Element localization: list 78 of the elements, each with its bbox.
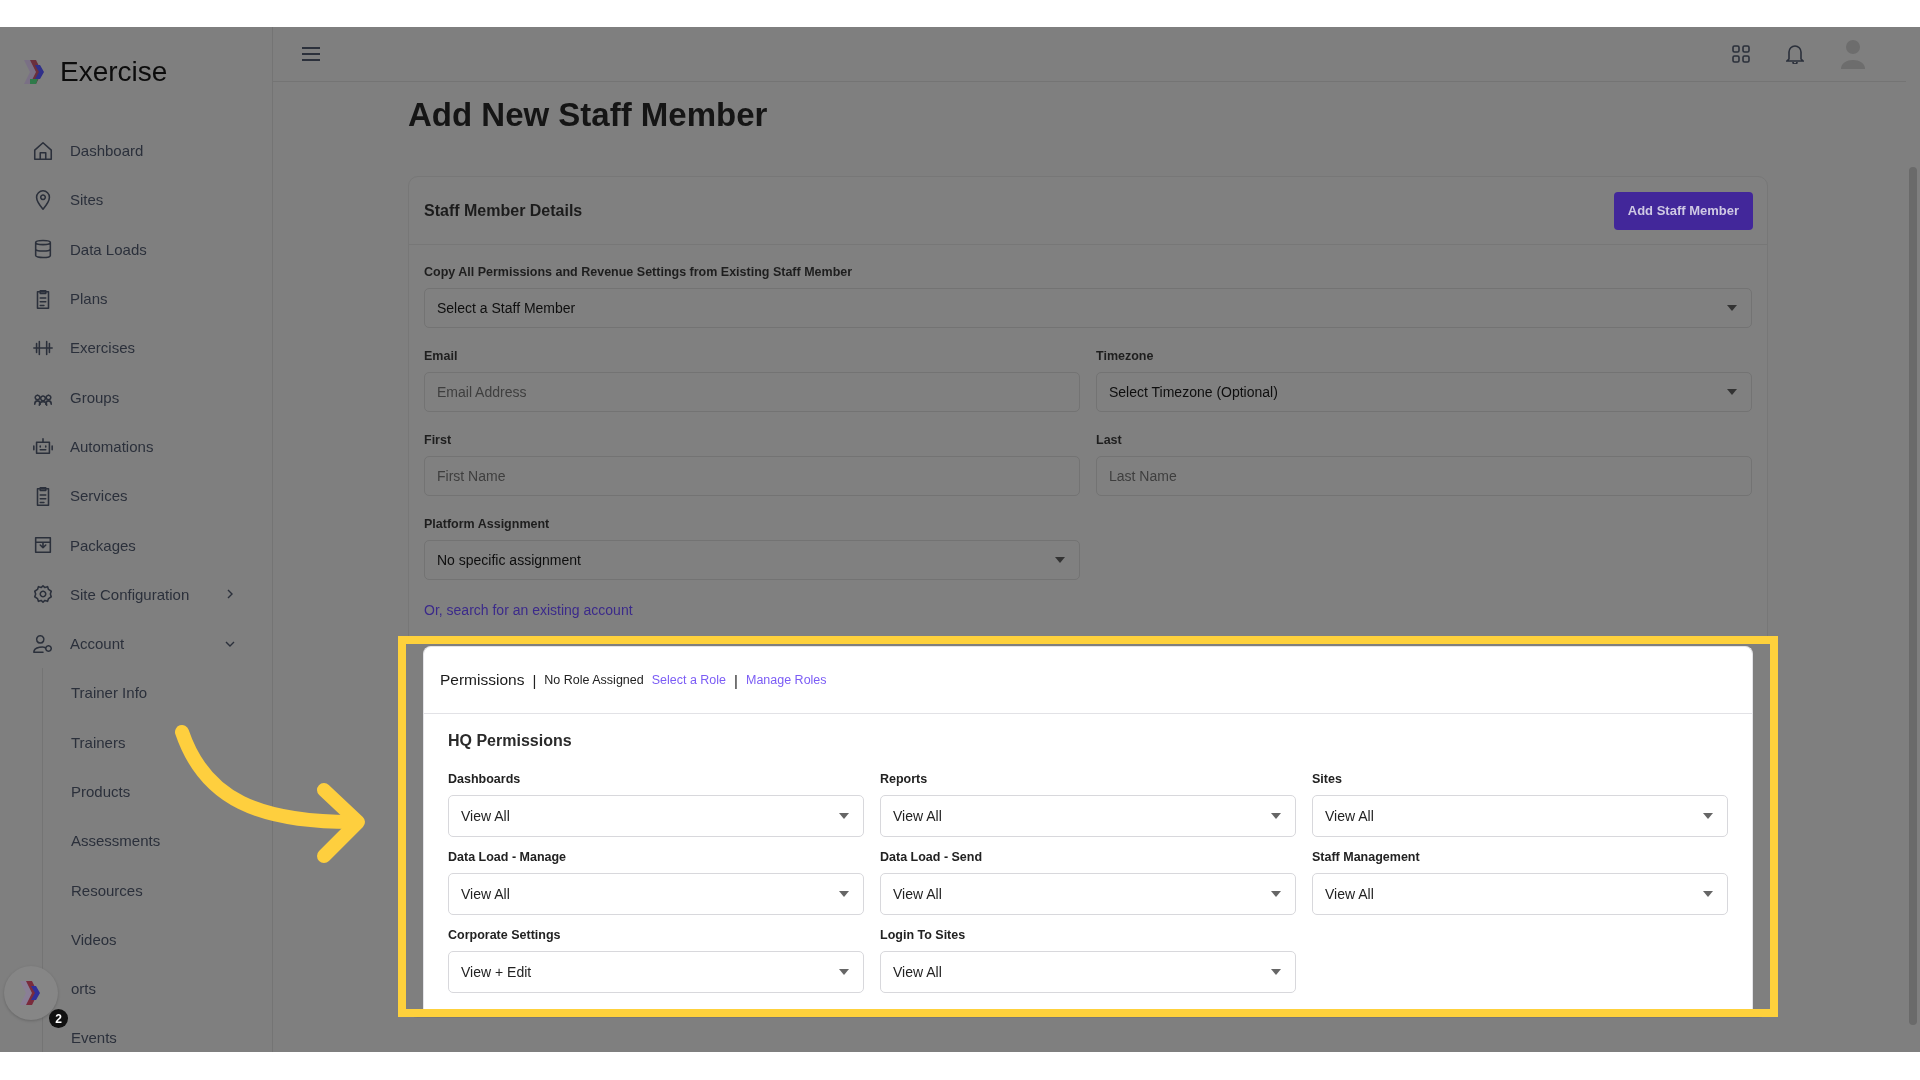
card-title: Staff Member Details (424, 201, 583, 220)
field-label: Data Load - Send (880, 850, 984, 864)
sidebar-item[interactable]: Trainers (71, 717, 272, 767)
select-field[interactable]: View All (880, 951, 1296, 993)
sidebar-item[interactable]: Plans (0, 273, 272, 324)
select-field[interactable]: View All (448, 795, 864, 837)
field-label: Timezone (1096, 349, 1155, 363)
sidebar-item[interactable]: Trainer Info (71, 668, 272, 718)
sidebar-item[interactable]: Assessments (71, 816, 272, 866)
menu-icon (32, 583, 54, 606)
select-field[interactable]: Select Timezone (Optional) (1096, 372, 1752, 412)
field-label: First (424, 433, 453, 447)
select-field[interactable]: Select a Staff Member (424, 288, 1752, 328)
role-status: No Role Assigned (544, 673, 644, 687)
caret-icon (1055, 557, 1065, 563)
permissions-title: Permissions (440, 671, 525, 689)
select-field[interactable]: View All (448, 873, 864, 915)
select-field[interactable]: View All (880, 873, 1296, 915)
field-label: Data Load - Manage (448, 850, 568, 864)
caret-icon (1703, 813, 1713, 819)
caret-icon (1703, 891, 1713, 897)
sidebar-item[interactable]: Videos (71, 914, 272, 965)
sidebar-item[interactable]: Automations (0, 421, 272, 472)
menu-icon (32, 139, 54, 162)
sidebar-item[interactable]: Packages (0, 520, 272, 570)
select-field[interactable]: View All (1312, 795, 1728, 837)
field-label: Corporate Settings (448, 928, 562, 942)
add-staff-button[interactable]: Add Staff Member (1613, 191, 1753, 230)
caret-icon (1271, 813, 1281, 819)
grid-icon[interactable] (1732, 45, 1750, 63)
input-field[interactable]: First Name (424, 456, 1080, 496)
sidebar-item[interactable]: Services (0, 471, 272, 521)
field-label: Last (1096, 433, 1123, 447)
sidebar-item[interactable]: orts (71, 964, 272, 1014)
menu-icon (32, 632, 54, 655)
menu-icon (32, 238, 54, 261)
field-label: Reports (880, 772, 929, 786)
role-link[interactable]: Select a Role (651, 673, 727, 687)
field-label: Staff Management (1312, 850, 1421, 864)
app-name: Exercise (60, 56, 168, 88)
field-label: Platform Assignment (424, 517, 551, 531)
caret-icon (839, 813, 849, 819)
sidebar-item[interactable]: Exercises (0, 323, 272, 373)
role-link[interactable]: Manage Roles (745, 673, 827, 687)
menu-icon[interactable] (301, 46, 321, 62)
caret-icon (1727, 389, 1737, 395)
sidebar-item[interactable]: Data Loads (0, 224, 272, 274)
sidebar-item[interactable]: Resources (71, 865, 272, 915)
section-title: HQ Permissions (448, 732, 573, 750)
sidebar-item[interactable]: Groups (0, 372, 272, 422)
caret-icon (839, 891, 849, 897)
field-label: Sites (1312, 772, 1343, 786)
notification-icon[interactable] (1786, 44, 1804, 64)
search-account-link[interactable]: Or, search for an existing account (424, 602, 633, 618)
select-field[interactable]: No specific assignment (424, 540, 1080, 580)
input-field[interactable]: Email Address (424, 372, 1080, 412)
sidebar-item[interactable]: Sites (0, 175, 272, 225)
caret-icon (1271, 969, 1281, 975)
sidebar-item[interactable]: Events (71, 1013, 272, 1052)
sidebar-item[interactable]: Dashboard (0, 126, 272, 176)
menu-icon (32, 534, 54, 556)
select-field[interactable]: View All (1312, 873, 1728, 915)
field-label: Dashboards (448, 772, 522, 786)
input-field[interactable]: Last Name (1096, 456, 1752, 496)
caret-icon (839, 969, 849, 975)
field-label: Login To Sites (880, 928, 967, 942)
select-field[interactable]: View + Edit (448, 951, 864, 993)
field-label: Email (424, 349, 459, 363)
separator: | (532, 671, 537, 689)
caret-icon (1727, 305, 1737, 311)
sidebar-item[interactable]: Account (0, 618, 272, 669)
page-title: Add New Staff Member (408, 96, 769, 135)
select-field[interactable]: View All (880, 795, 1296, 837)
field-label: Copy All Permissions and Revenue Settings from Existing Staff Member (424, 265, 854, 279)
sidebar-item[interactable]: Site Configuration (0, 569, 272, 619)
caret-icon (1271, 891, 1281, 897)
sidebar-item[interactable]: Products (71, 766, 272, 817)
separator: | (734, 671, 738, 689)
